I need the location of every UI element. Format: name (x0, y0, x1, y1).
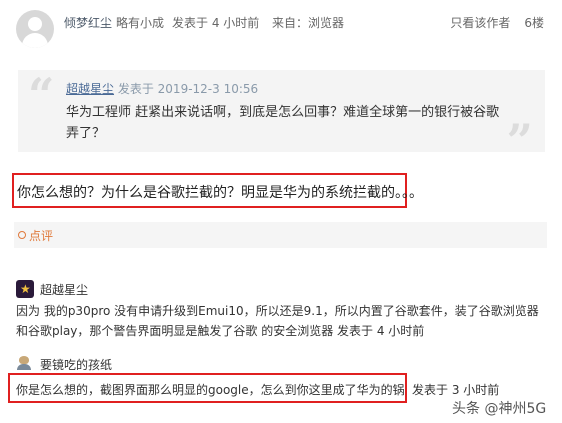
commenter-avatar[interactable]: ★ (16, 280, 34, 298)
commenter-avatar[interactable] (16, 356, 32, 370)
comment-label: 点评 (29, 229, 54, 243)
quote-username[interactable]: 超越星尘 (66, 82, 114, 96)
comment-time: 发表于 3 小时前 (412, 383, 500, 397)
quote-meta: 超越星尘 发表于 2019-12-3 10:56 (66, 80, 258, 97)
post-username[interactable]: 倾梦红尘 (64, 14, 112, 31)
post-source: 来自：浏览器 (272, 16, 345, 30)
commenter-name[interactable]: 超越星尘 (40, 281, 88, 298)
comment-icon (18, 231, 26, 239)
star-icon: ★ (20, 282, 31, 296)
post-time: 发表于 4 小时前 (172, 16, 260, 30)
avatar-body-shape (22, 33, 48, 48)
quote-time: 发表于 2019-12-3 10:56 (117, 82, 259, 96)
watermark: 头条 @神州5G (452, 401, 547, 417)
avatar-head-shape (19, 356, 29, 364)
floor-number: 6楼 (524, 16, 544, 30)
avatar-body-shape (17, 364, 31, 370)
open-quote-icon: “ (28, 68, 55, 122)
only-author-link[interactable]: 只看该作者 (450, 16, 510, 30)
commenter-name[interactable]: 要镜吃的孩纸 (40, 356, 112, 373)
post-actions: 只看该作者 6楼 (436, 14, 544, 31)
comment-section-header[interactable]: 点评 (14, 222, 547, 248)
comment-text: 你是怎么想的，截图界面那么明显的google，怎么到你这里成了华为的锅 (16, 383, 405, 397)
user-avatar[interactable] (16, 10, 54, 48)
user-level: 略有小成 (116, 16, 165, 30)
avatar-head-shape (28, 17, 42, 31)
quote-text: 华为工程师 赶紧出来说话啊，到底是怎么回事？难道全球第一的银行被谷歌弄了？ (66, 105, 500, 141)
comment-text: 因为 我的p30pro 没有申请升级到Emui10，所以还是9.1，所以内置了谷… (16, 304, 539, 338)
post-content: 你怎么想的？为什么是谷歌拦截的？明显是华为的系统拦截的。。。 (17, 185, 423, 201)
close-quote-icon: ” (506, 114, 533, 168)
quote-block: “ 超越星尘 发表于 2019-12-3 10:56 华为工程师 赶紧出来说话啊… (18, 68, 545, 164)
